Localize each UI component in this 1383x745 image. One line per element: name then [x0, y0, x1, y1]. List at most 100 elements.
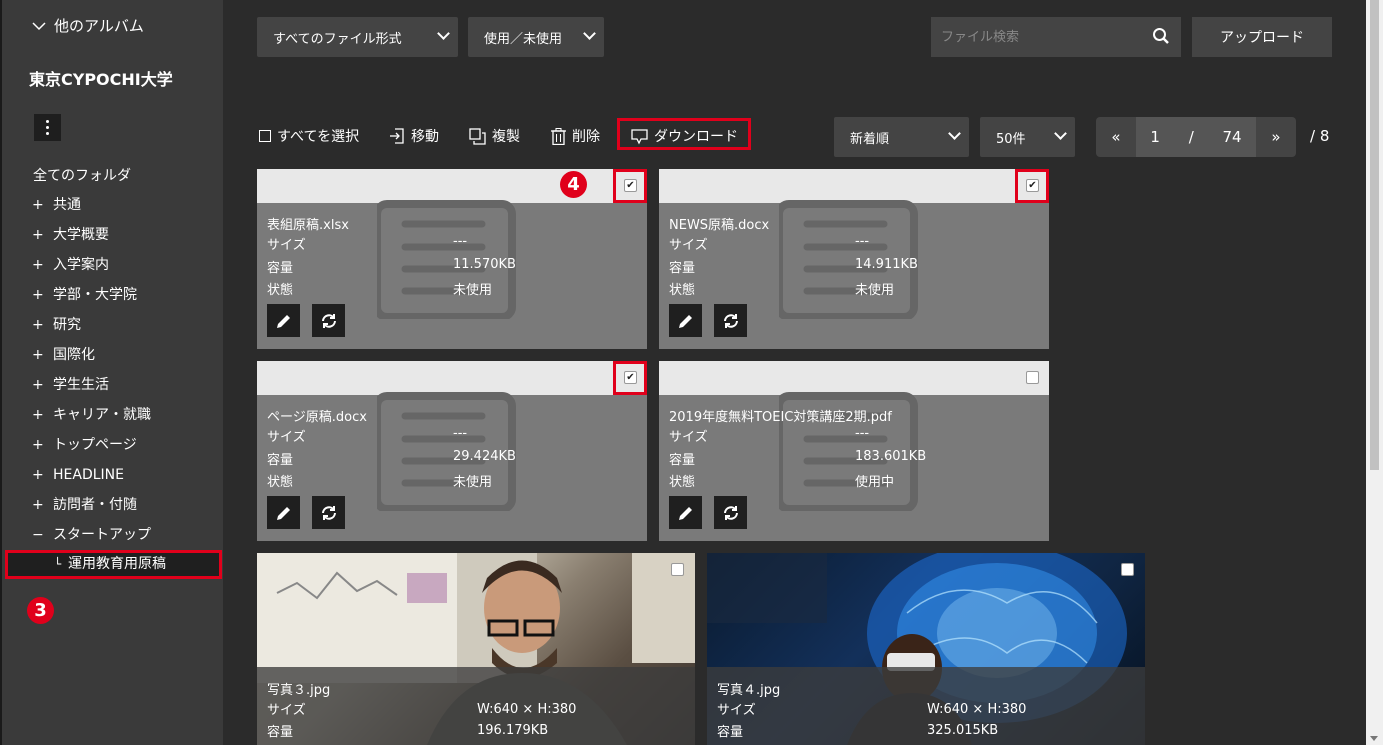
capacity-value: 14.911KB	[855, 257, 918, 272]
file-card[interactable]: 2019年度無料TOEIC対策講座2期.pdf サイズ --- 容量 183.6…	[659, 361, 1049, 541]
folder-item[interactable]: + 国際化	[32, 345, 151, 375]
photo-checkbox[interactable]	[671, 563, 684, 576]
folder-label: 訪問者・付随	[53, 497, 137, 513]
next-page-button[interactable]: »	[1256, 128, 1296, 146]
expand-icon: +	[32, 287, 44, 303]
folder-item[interactable]: + 学生生活	[32, 375, 151, 405]
folder-item[interactable]: + 研究	[32, 315, 151, 345]
edit-button[interactable]	[669, 304, 702, 337]
edit-button[interactable]	[267, 496, 300, 529]
copy-button[interactable]: 複製	[469, 126, 520, 146]
university-name: 東京CYPOCHI大学	[29, 70, 173, 89]
capacity-label: 容量	[669, 261, 696, 276]
upload-button[interactable]: アップロード	[1192, 17, 1332, 57]
sidebar: 他のアルバム 東京CYPOCHI大学 全てのフォルダ + 共通 + 大学概要 + 入学…	[0, 0, 223, 745]
kebab-icon	[46, 119, 49, 137]
status-value: 未使用	[453, 283, 493, 298]
folder-item[interactable]: + 訪問者・付随	[32, 495, 151, 525]
replace-button[interactable]	[312, 496, 345, 529]
folder-item[interactable]: + HEADLINE	[32, 465, 151, 495]
photo-name: 写真３.jpg	[267, 683, 331, 698]
all-folders-link[interactable]: 全てのフォルダ	[33, 165, 131, 185]
size-value: W:640 × H:380	[477, 702, 577, 717]
folder-item[interactable]: + キャリア・就職	[32, 405, 151, 435]
move-label: 移動	[411, 129, 439, 145]
refresh-icon	[321, 505, 336, 520]
file-card[interactable]: 表組原稿.xlsx サイズ --- 容量 11.570KB 状態 未使用	[257, 169, 647, 349]
size-label: サイズ	[717, 703, 756, 718]
file-card[interactable]: ページ原稿.docx サイズ --- 容量 29.424KB 状態 未使用	[257, 361, 647, 541]
refresh-icon	[723, 505, 738, 520]
pencil-icon	[276, 314, 290, 328]
photo-card[interactable]: 写真４.jpg サイズ W:640 × H:380 容量 325.015KB	[707, 553, 1145, 745]
other-albums-toggle[interactable]: 他のアルバム	[32, 15, 144, 36]
pagination: « 1 / 74 »	[1096, 117, 1296, 157]
size-label: サイズ	[669, 430, 708, 445]
chevron-down-icon	[948, 127, 961, 140]
vertical-scrollbar[interactable]	[1366, 0, 1383, 745]
expand-icon: +	[32, 257, 44, 273]
size-value: ---	[453, 234, 468, 249]
prev-page-button[interactable]: «	[1096, 128, 1136, 146]
delete-button[interactable]: 削除	[551, 126, 600, 146]
move-icon	[390, 128, 404, 144]
replace-button[interactable]	[714, 496, 747, 529]
subfolder-item-selected[interactable]: └ 運用教育用原稿	[5, 550, 222, 579]
status-label: 状態	[267, 283, 294, 298]
scrollbar-thumb[interactable]	[1370, 0, 1379, 470]
size-label: サイズ	[267, 703, 306, 718]
delete-label: 削除	[572, 129, 600, 145]
folder-label: 学部・大学院	[53, 287, 137, 303]
file-search-input[interactable]	[931, 17, 1181, 57]
replace-button[interactable]	[312, 304, 345, 337]
folder-item[interactable]: + 共通	[32, 195, 151, 225]
folder-item[interactable]: + 入学案内	[32, 255, 151, 285]
usage-select[interactable]: 使用／未使用	[468, 17, 604, 57]
replace-button[interactable]	[714, 304, 747, 337]
edit-button[interactable]	[267, 304, 300, 337]
capacity-value: 29.424KB	[453, 449, 516, 464]
capacity-value: 183.601KB	[855, 449, 927, 464]
size-label: サイズ	[267, 430, 306, 445]
subfolder-label: 運用教育用原稿	[68, 556, 166, 572]
capacity-value: 196.179KB	[477, 723, 549, 738]
more-menu-button[interactable]	[34, 114, 61, 141]
sort-select[interactable]: 新着順	[834, 117, 969, 157]
file-card[interactable]: NEWS原稿.docx サイズ --- 容量 14.911KB 状態 未使用	[659, 169, 1049, 349]
page-count: 74	[1222, 128, 1242, 146]
folder-label: 入学案内	[53, 257, 109, 273]
folder-label: キャリア・就職	[53, 407, 151, 423]
size-value: ---	[855, 234, 870, 249]
trash-icon	[551, 127, 566, 145]
per-page-select[interactable]: 50件	[980, 117, 1075, 157]
folder-item[interactable]: + トップページ	[32, 435, 151, 465]
select-all-button[interactable]: すべてを選択	[259, 126, 359, 146]
checkbox-icon	[259, 130, 271, 142]
folder-label: 国際化	[53, 347, 95, 363]
size-value: ---	[453, 426, 468, 441]
scroll-down-arrow-icon[interactable]	[1370, 736, 1378, 741]
move-button[interactable]: 移動	[389, 126, 439, 146]
download-highlight	[617, 118, 751, 150]
photo-card[interactable]: 写真３.jpg サイズ W:640 × H:380 容量 196.179KB	[257, 553, 695, 745]
photo-checkbox[interactable]	[1121, 563, 1134, 576]
copy-label: 複製	[492, 129, 520, 145]
file-checkbox[interactable]	[1026, 371, 1039, 384]
usage-value: 使用／未使用	[484, 31, 563, 47]
expand-icon: +	[32, 347, 44, 363]
folder-item[interactable]: + 学部・大学院	[32, 285, 151, 315]
edit-button[interactable]	[669, 496, 702, 529]
search-icon[interactable]	[1152, 27, 1170, 45]
sort-value: 新着順	[850, 131, 890, 147]
status-label: 状態	[669, 283, 696, 298]
file-type-select[interactable]: すべてのファイル形式	[257, 17, 458, 57]
page-indicator: 1 / 74	[1136, 117, 1256, 157]
photo-info: 写真３.jpg サイズ W:640 × H:380 容量 196.179KB	[257, 667, 695, 745]
folder-item[interactable]: + 大学概要	[32, 225, 151, 255]
folder-label: HEADLINE	[53, 467, 124, 483]
file-name: 表組原稿.xlsx	[267, 218, 349, 233]
tree-branch-icon: └	[54, 557, 62, 571]
current-page[interactable]: 1	[1150, 128, 1160, 146]
capacity-value: 11.570KB	[453, 257, 516, 272]
step-badge-4: 4	[560, 171, 587, 198]
